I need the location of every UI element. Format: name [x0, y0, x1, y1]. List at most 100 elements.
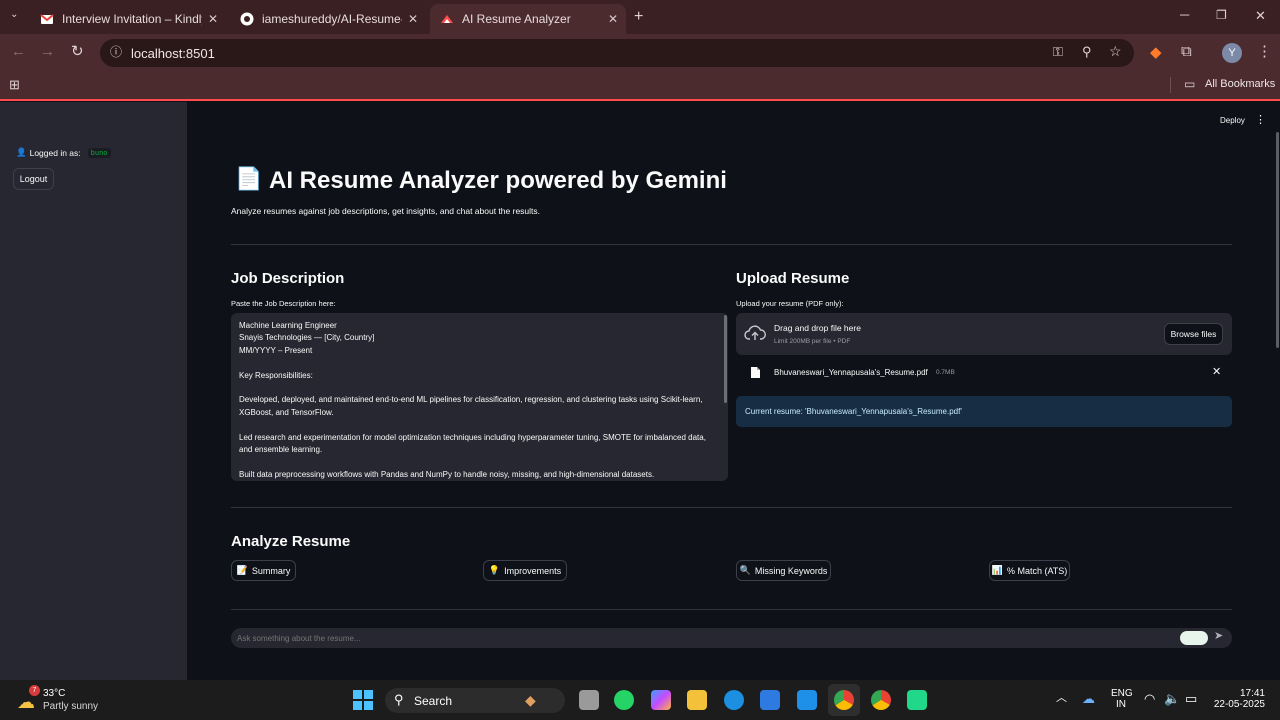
github-icon [240, 12, 254, 26]
button-label: % Match (ATS) [1006, 565, 1068, 576]
clock-time: 17:41 [1239, 688, 1265, 699]
tab-resume-analyzer[interactable]: AI Resume Analyzer ✕ [430, 4, 626, 34]
magnifier-icon: 🔍 [739, 565, 751, 575]
taskbar-search[interactable]: ⚲ Search ◆ [385, 688, 565, 713]
reload-icon[interactable]: ↻ [71, 44, 84, 59]
send-icon[interactable]: ➤ [1214, 631, 1223, 642]
file-name: Bhuvaneswari_Yennapusala's_Resume.pdf [774, 368, 928, 377]
tab-gmail[interactable]: Interview Invitation – Kindly Pro ✕ [30, 4, 226, 34]
jd-textarea[interactable]: Machine Learning Engineer Snayis Technol… [231, 313, 728, 481]
back-icon[interactable]: ← [11, 44, 26, 59]
tab-title: Interview Invitation – Kindly Pro [62, 12, 202, 26]
divider [231, 609, 1232, 610]
battery-icon[interactable]: ▭ [1185, 692, 1197, 705]
site-info-icon[interactable]: ⓘ [110, 46, 122, 58]
ats-match-button[interactable]: 📊 % Match (ATS) [989, 560, 1070, 581]
missing-keywords-button[interactable]: 🔍 Missing Keywords [736, 560, 831, 581]
cloud-upload-icon [744, 325, 766, 340]
tab-title: iameshureddy/AI-Resume-Anal [262, 12, 402, 26]
search-icon: ⚲ [394, 692, 404, 707]
logout-button[interactable]: Logout [13, 168, 54, 190]
page-subtitle: Analyze resumes against job descriptions… [231, 206, 541, 216]
extension-fox-icon[interactable]: ◆ [1150, 45, 1162, 60]
sidebar: 👤 Logged in as: buno Logout [0, 102, 187, 680]
page-scrollbar[interactable] [1276, 132, 1279, 348]
drop-title: Drag and drop file here [774, 323, 861, 333]
chrome-profile-icon[interactable] [871, 690, 891, 710]
user-icon: 👤 [16, 147, 27, 157]
file-size: 0.7MB [936, 369, 955, 376]
grammar-extension-icon[interactable] [1180, 631, 1208, 645]
search-highlight-icon: ◆ [525, 692, 536, 708]
chat-input[interactable]: ➤ [231, 628, 1232, 648]
edge-icon[interactable] [724, 690, 744, 710]
windows-start-icon[interactable] [352, 689, 374, 711]
extensions-puzzle-icon[interactable]: ⧉ [1181, 44, 1192, 59]
close-window-icon[interactable]: ✕ [1255, 9, 1266, 22]
weather-widget[interactable]: ☁ 7 [17, 685, 40, 712]
volume-icon[interactable]: 🔈 [1164, 692, 1180, 705]
browser-menu-icon[interactable]: ⋮ [1257, 44, 1272, 59]
jd-heading: Job Description [231, 270, 345, 287]
all-bookmarks-link[interactable]: All Bookmarks [1205, 78, 1275, 90]
lightbulb-icon: 💡 [488, 565, 501, 575]
tray-chevron-icon[interactable]: ︿ [1056, 693, 1067, 704]
username-code: buno [87, 147, 111, 158]
file-icon [751, 367, 760, 378]
minimize-icon[interactable]: ─ [1180, 8, 1189, 21]
wifi-icon[interactable]: ◠ [1144, 692, 1155, 705]
browser-tab-bar: ⌄ Interview Invitation – Kindly Pro ✕ ia… [0, 0, 1280, 34]
forward-icon[interactable]: → [40, 44, 55, 59]
close-tab-icon[interactable]: ✕ [208, 12, 218, 26]
zoom-icon[interactable]: ⚲ [1082, 45, 1092, 58]
windows-taskbar: ☁ 7 33°C Partly sunny ⚲ Search ◆ ︿ ☁ ENG… [0, 680, 1280, 720]
close-tab-icon[interactable]: ✕ [408, 12, 418, 26]
weather-temp: 33°C [43, 688, 66, 699]
task-view-icon[interactable] [579, 690, 599, 710]
bookmark-star-icon[interactable]: ☆ [1109, 44, 1122, 58]
new-tab-icon[interactable]: + [634, 9, 643, 25]
deploy-button[interactable]: Deploy [1220, 116, 1245, 125]
apps-grid-icon[interactable]: ⊞ [9, 78, 20, 91]
copilot-icon[interactable] [651, 690, 671, 710]
summary-button[interactable]: 📝 Summary [231, 560, 296, 581]
info-alert: Current resume: 'Bhuvaneswari_Yennapusal… [736, 396, 1232, 427]
onedrive-icon[interactable]: ☁ [1082, 692, 1095, 705]
improvements-button[interactable]: 💡 Improvements [483, 560, 567, 581]
document-emoji-icon: 📄 [235, 166, 263, 191]
browse-files-button[interactable]: Browse files [1164, 323, 1223, 345]
page-title: AI Resume Analyzer powered by Gemini [269, 167, 727, 194]
analyze-heading: Analyze Resume [231, 533, 351, 550]
upload-heading: Upload Resume [736, 270, 850, 287]
chrome-icon[interactable] [834, 690, 854, 710]
bookmarks-bar: ⊞ ▭ All Bookmarks [0, 72, 1280, 101]
button-label: Improvements [504, 565, 562, 576]
address-bar[interactable]: ⓘ localhost:8501 ⚿ ⚲ ☆ [100, 39, 1134, 67]
language-indicator[interactable]: ENG IN [1111, 688, 1133, 710]
current-resume-text: Current resume: 'Bhuvaneswari_Yennapusal… [745, 407, 962, 416]
vscode-icon[interactable] [797, 690, 817, 710]
url-text: localhost:8501 [131, 46, 215, 61]
close-tab-icon[interactable]: ✕ [608, 12, 618, 26]
clock[interactable]: 17:41 22-05-2025 [1212, 688, 1265, 710]
file-explorer-icon[interactable] [687, 690, 707, 710]
profile-avatar[interactable]: Y [1222, 43, 1242, 63]
store-icon[interactable] [760, 690, 780, 710]
remove-file-icon[interactable]: ✕ [1212, 367, 1221, 378]
password-key-icon[interactable]: ⚿ [1053, 45, 1063, 58]
pycharm-icon[interactable] [907, 690, 927, 710]
app-menu-icon[interactable]: ⋮ [1255, 115, 1266, 126]
tab-github[interactable]: iameshureddy/AI-Resume-Anal ✕ [230, 4, 426, 34]
whatsapp-icon[interactable] [614, 690, 634, 710]
maximize-icon[interactable]: ❐ [1216, 9, 1227, 21]
file-dropzone[interactable]: Drag and drop file here Limit 200MB per … [736, 313, 1232, 355]
tab-search-chevron-icon[interactable]: ⌄ [10, 10, 18, 20]
language-code: ENG [1111, 688, 1133, 699]
main-content: Deploy ⋮ 📄 AI Resume Analyzer powered by… [187, 102, 1280, 680]
button-label: Missing Keywords [754, 565, 828, 576]
jd-label: Paste the Job Description here: [231, 299, 336, 308]
jd-scrollbar[interactable] [724, 315, 727, 403]
divider [1170, 77, 1171, 93]
chat-text-field[interactable] [237, 631, 1157, 645]
divider [231, 244, 1232, 245]
